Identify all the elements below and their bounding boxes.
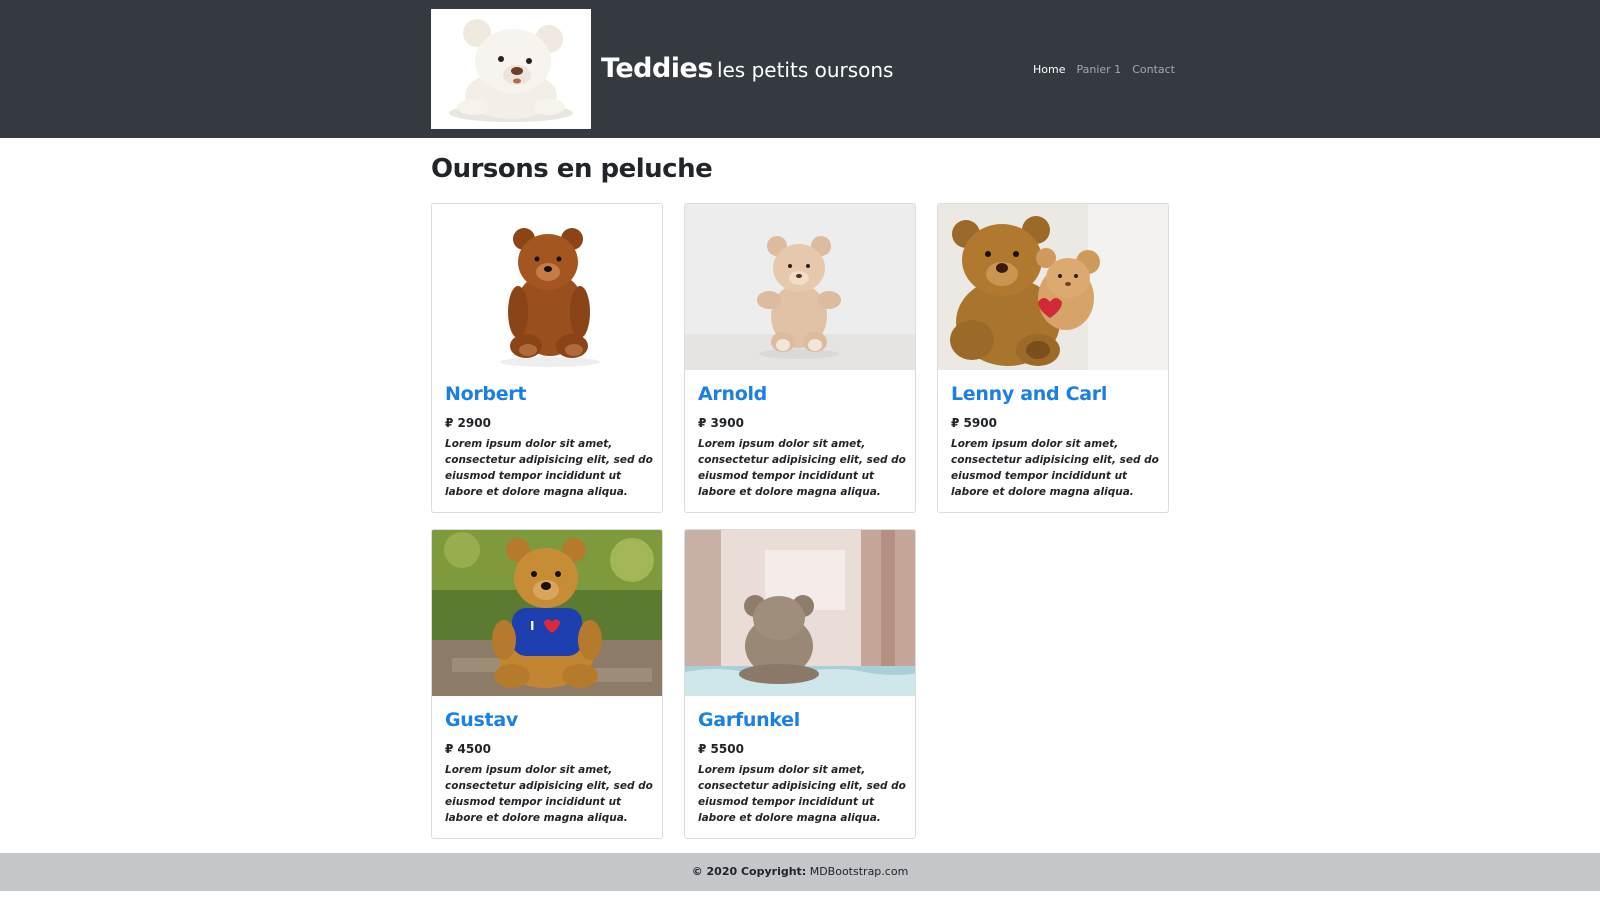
product-image[interactable] — [685, 204, 915, 370]
product-description: Lorem ipsum dolor sit amet, consectetur … — [445, 764, 653, 824]
footer-copyright: © 2020 Copyright: — [691, 865, 807, 878]
product-name[interactable]: Gustav — [445, 709, 518, 731]
svg-text:I: I — [530, 619, 534, 633]
footer-link[interactable]: MDBootstrap.com — [810, 865, 909, 878]
product-price: ₽ 2900 — [445, 416, 491, 430]
product-price: ₽ 3900 — [698, 416, 744, 430]
product-description: Lorem ipsum dolor sit amet, consectetur … — [698, 438, 906, 498]
nav-links: Home Panier 1 Contact — [1033, 63, 1186, 76]
product-name[interactable]: Lenny and Carl — [951, 383, 1107, 405]
product-name[interactable]: Arnold — [698, 383, 767, 405]
product-description: Lorem ipsum dolor sit amet, consectetur … — [951, 438, 1159, 498]
nav-link-contact[interactable]: Contact — [1132, 63, 1175, 76]
product-image[interactable]: I — [432, 530, 662, 696]
navbar: Teddies les petits oursons Home Panier 1 … — [0, 0, 1600, 138]
brand[interactable]: Teddies les petits oursons — [601, 53, 893, 84]
product-card-norbert[interactable]: Norbert ₽ 2900 Lorem ipsum dolor sit ame… — [431, 203, 663, 513]
product-price: ₽ 5900 — [951, 416, 997, 430]
product-card-gustav[interactable]: I Gustav ₽ 4500 Lorem ipsum dolor sit am… — [431, 529, 663, 839]
product-card-garfunkel[interactable]: Garfunkel ₽ 5500 Lorem ipsum dolor sit a… — [684, 529, 916, 839]
product-image[interactable] — [685, 530, 915, 696]
product-price: ₽ 4500 — [445, 742, 491, 756]
product-name[interactable]: Garfunkel — [698, 709, 800, 731]
page-title: Oursons en peluche — [431, 154, 713, 184]
product-description: Lorem ipsum dolor sit amet, consectetur … — [445, 438, 653, 498]
product-card-arnold[interactable]: Arnold ₽ 3900 Lorem ipsum dolor sit amet… — [684, 203, 916, 513]
product-card-lenny-and-carl[interactable]: Lenny and Carl ₽ 5900 Lorem ipsum dolor … — [937, 203, 1169, 513]
nav-link-home[interactable]: Home — [1033, 63, 1065, 76]
brand-tagline: les petits oursons — [716, 58, 894, 82]
logo-image[interactable] — [431, 9, 591, 129]
product-price: ₽ 5500 — [698, 742, 744, 756]
nav-link-panier[interactable]: Panier 1 — [1076, 63, 1121, 76]
product-description: Lorem ipsum dolor sit amet, consectetur … — [698, 764, 906, 824]
brand-name: Teddies — [601, 53, 713, 84]
product-image[interactable] — [432, 204, 662, 370]
product-name[interactable]: Norbert — [445, 383, 526, 405]
product-image[interactable] — [938, 204, 1168, 370]
footer: © 2020 Copyright: MDBootstrap.com — [0, 853, 1600, 891]
